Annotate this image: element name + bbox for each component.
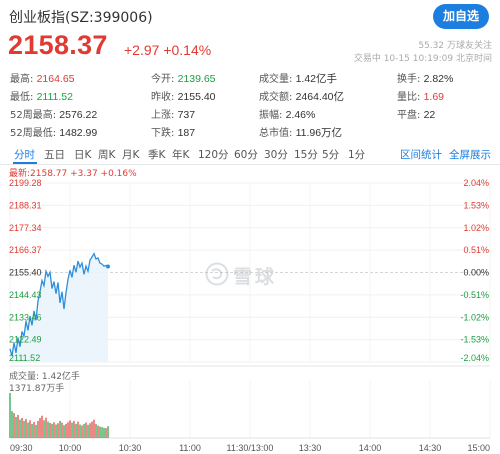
volume-bar	[49, 422, 51, 438]
volume-bar	[93, 419, 95, 438]
volume-bar	[33, 421, 35, 438]
y-axis-tick-label: 2144.43	[9, 290, 42, 300]
volume-bar	[73, 420, 75, 438]
volume-bar	[57, 423, 59, 438]
volume-bar	[67, 422, 69, 438]
volume-bar	[95, 423, 97, 438]
y-axis-percent-label: 1.02%	[463, 223, 489, 233]
xueqiu-watermark: 雪球	[205, 262, 285, 288]
y-axis-tick-label: 2199.28	[9, 178, 42, 188]
volume-bar	[29, 420, 31, 438]
volume-bar	[37, 420, 39, 438]
y-axis-percent-label: -1.02%	[460, 312, 489, 322]
volume-bar	[21, 417, 23, 438]
volume-bar	[9, 393, 11, 438]
y-axis-tick-label: 2111.52	[9, 353, 40, 363]
y-axis-tick-label: 2133.46	[9, 312, 42, 322]
volume-bar	[91, 421, 93, 438]
volume-bar	[23, 420, 25, 438]
volume-bar	[81, 425, 83, 438]
volume-bar	[25, 418, 27, 438]
y-axis-percent-label: 2.04%	[463, 178, 489, 188]
volume-bar	[65, 423, 67, 438]
x-axis-tick-label: 10:30	[119, 443, 142, 453]
y-axis-percent-label: -1.53%	[460, 335, 489, 345]
volume-bar	[61, 422, 63, 438]
volume-bar	[97, 425, 99, 438]
x-axis-tick-label: 11:30/13:00	[227, 443, 274, 453]
x-axis-tick-label: 14:00	[359, 443, 382, 453]
volume-bar	[85, 422, 87, 438]
snowball-logo-icon	[205, 262, 229, 286]
volume-bar	[15, 417, 17, 438]
volume-bar	[41, 415, 43, 438]
intraday-chart[interactable]: 2199.28 2188.31 2177.34 2166.37 2155.40 2144.…	[0, 0, 500, 454]
volume-bar	[89, 423, 91, 438]
y-axis-percent-label: -2.04%	[460, 353, 489, 363]
x-axis-tick-label: 14:30	[419, 443, 442, 453]
watermark-text: 雪球	[233, 266, 278, 288]
volume-bar	[99, 426, 101, 438]
volume-bar	[31, 423, 33, 438]
volume-bar	[77, 421, 79, 438]
y-axis-tick-label: 2155.40	[9, 268, 42, 278]
volume-bar	[19, 419, 21, 438]
y-axis-tick-label: 2177.34	[9, 223, 42, 233]
volume-bar	[79, 424, 81, 438]
volume-bar	[55, 424, 57, 438]
y-axis-tick-label: 2122.49	[9, 335, 42, 345]
volume-bar	[47, 421, 49, 438]
y-axis-tick-label: 2166.37	[9, 245, 42, 255]
volume-bar	[13, 413, 15, 438]
volume-bar	[63, 425, 65, 438]
volume-bar	[107, 426, 109, 438]
volume-bar	[71, 422, 73, 438]
volume-bar	[27, 422, 29, 438]
last-price-dot	[106, 264, 110, 269]
x-axis-tick-label: 11:00	[179, 443, 201, 453]
volume-bar	[105, 428, 107, 438]
volume-bar	[35, 424, 37, 438]
volume-bar	[87, 424, 89, 438]
volume-bar	[69, 420, 71, 438]
y-axis-percent-label: 0.00%	[463, 268, 489, 278]
volume-bar	[45, 417, 47, 438]
volume-bar	[83, 423, 85, 438]
volume-max-label: 1371.87万手	[9, 384, 65, 394]
volume-bar	[43, 420, 45, 438]
x-axis-tick-label: 15:00	[467, 443, 490, 453]
volume-bar	[51, 423, 53, 438]
y-axis-percent-label: 1.53%	[463, 200, 489, 210]
volume-bar	[75, 423, 77, 438]
y-axis-percent-label: -0.51%	[460, 290, 489, 300]
y-axis-tick-label: 2188.31	[9, 200, 42, 210]
x-axis-tick-label: 13:30	[299, 443, 322, 453]
x-axis-tick-label: 10:00	[59, 443, 82, 453]
volume-bar	[53, 422, 55, 438]
y-axis-percent-label: 0.51%	[463, 245, 489, 255]
volume-bar	[103, 427, 105, 438]
x-axis-tick-label: 09:30	[10, 443, 33, 453]
volume-bar	[39, 417, 41, 438]
volume-bar	[11, 411, 13, 438]
volume-bar	[101, 427, 103, 438]
volume-bar	[59, 420, 61, 438]
volume-bar	[17, 415, 19, 438]
